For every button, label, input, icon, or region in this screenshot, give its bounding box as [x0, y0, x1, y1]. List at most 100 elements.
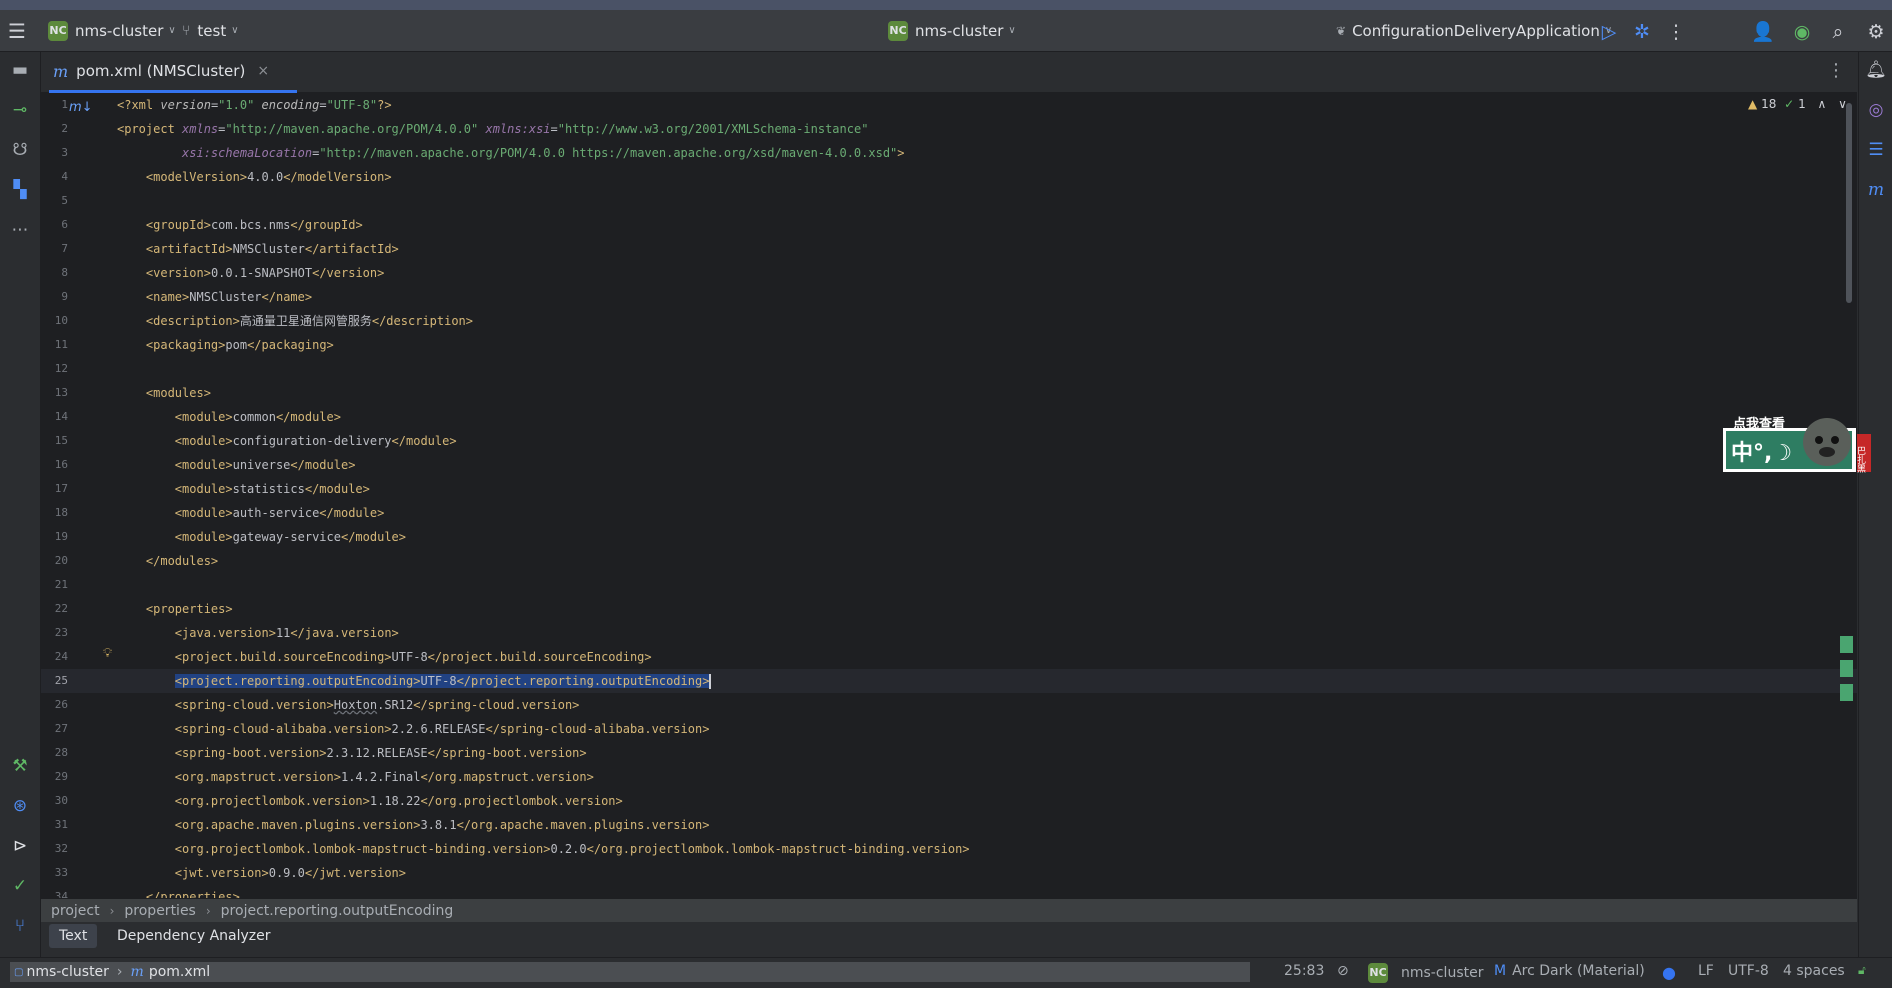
- editor-tab-pom[interactable]: m pom.xml (NMSCluster) ×: [49, 52, 297, 93]
- code-line[interactable]: 31 <org.apache.maven.plugins.version>3.8…: [41, 813, 1857, 837]
- code-line[interactable]: 11 <packaging>pom</packaging>: [41, 333, 1857, 357]
- line-separator[interactable]: LF: [1698, 963, 1714, 979]
- code-token: </module>: [340, 530, 406, 544]
- code-line[interactable]: 4 <modelVersion>4.0.0</modelVersion>: [41, 165, 1857, 189]
- code-line[interactable]: 6 <groupId>com.bcs.nms</groupId>: [41, 213, 1857, 237]
- more-tools-icon[interactable]: ⋯: [8, 218, 32, 242]
- git-branch-icon[interactable]: ⑂: [8, 914, 32, 938]
- commit-icon[interactable]: ⊸: [8, 98, 32, 122]
- code-line[interactable]: 7 <artifactId>NMSCluster</artifactId>: [41, 237, 1857, 261]
- ai-spiral-icon[interactable]: ◎: [1864, 98, 1888, 122]
- inspection-widget[interactable]: ▲ 18 ✓ 1 ∧ ∨: [1748, 97, 1847, 111]
- maven-icon[interactable]: m: [1864, 178, 1888, 202]
- code-line[interactable]: 23 <java.version>11</java.version>: [41, 621, 1857, 645]
- structure-icon[interactable]: ▚: [8, 178, 32, 202]
- file-encoding[interactable]: UTF-8: [1728, 963, 1769, 979]
- tab-options-icon[interactable]: ⋮: [1827, 60, 1845, 81]
- mascot-widget[interactable]: 点我查看 中°,☽ 巴扎黑: [1723, 408, 1873, 476]
- caret-position[interactable]: 25:83: [1284, 963, 1324, 979]
- code-line[interactable]: 22 <properties>: [41, 597, 1857, 621]
- code-line[interactable]: 16 <module>universe</module>: [41, 453, 1857, 477]
- code-line[interactable]: 21: [41, 573, 1857, 597]
- code-line[interactable]: 8 <version>0.0.1-SNAPSHOT</version>: [41, 261, 1857, 285]
- debug-icon[interactable]: ✲: [1630, 20, 1654, 44]
- main-menu-button[interactable]: ☰: [8, 10, 26, 51]
- change-marker[interactable]: [1840, 636, 1853, 653]
- code-line[interactable]: 1 <?xml version="1.0" encoding="UTF-8"?>: [41, 93, 1857, 117]
- chevron-right-icon: ›: [205, 904, 211, 918]
- lock-icon[interactable]: 🔓︎: [1858, 963, 1866, 978]
- status-project-widget[interactable]: NC nms-cluster: [1368, 963, 1483, 983]
- code-line[interactable]: 15 <module>configuration-delivery</modul…: [41, 429, 1857, 453]
- code-editor[interactable]: 1 <?xml version="1.0" encoding="UTF-8"?> 2…: [41, 93, 1857, 898]
- theme-widget[interactable]: M Arc Dark (Material): [1494, 963, 1645, 979]
- search-icon[interactable]: ⌕: [1826, 20, 1850, 44]
- line-number: 9: [61, 290, 68, 303]
- code-line[interactable]: 19 <module>gateway-service</module>: [41, 525, 1857, 549]
- code-line[interactable]: 25 <project.reporting.outputEncoding>UTF…: [41, 669, 1857, 693]
- tab-text[interactable]: Text: [49, 924, 98, 948]
- change-marker[interactable]: [1840, 684, 1853, 701]
- maven-gutter-icon[interactable]: m↓: [69, 100, 93, 115]
- vertical-scrollbar[interactable]: [1846, 103, 1852, 303]
- code-line[interactable]: 32 <org.projectlombok.lombok-mapstruct-b…: [41, 837, 1857, 861]
- code-line[interactable]: 18 <module>auth-service</module>: [41, 501, 1857, 525]
- add-user-icon[interactable]: 👤: [1751, 20, 1775, 44]
- build-hammer-icon[interactable]: ⚒: [8, 754, 32, 778]
- run-icon[interactable]: ▷: [1597, 20, 1621, 44]
- nav-file[interactable]: pom.xml: [149, 964, 210, 980]
- prev-highlight-icon[interactable]: ∧: [1818, 97, 1827, 111]
- code-line[interactable]: 20 </modules>: [41, 549, 1857, 573]
- indent-setting[interactable]: 4 spaces: [1783, 963, 1845, 979]
- code-line[interactable]: 33 <jwt.version>0.9.0</jwt.version>: [41, 861, 1857, 885]
- run-config-selector[interactable]: ❦ ConfigurationDeliveryApplication ∨: [1336, 10, 1612, 51]
- code-text: <spring-cloud-alibaba.version>2.2.6.RELE…: [117, 717, 710, 741]
- readonly-toggle-icon[interactable]: ⊘: [1337, 963, 1349, 979]
- breadcrumb-properties[interactable]: properties: [124, 903, 195, 919]
- code-line[interactable]: 29 <org.mapstruct.version>1.4.2.Final</o…: [41, 765, 1857, 789]
- problems-check-icon[interactable]: ✓: [8, 874, 32, 898]
- git-cat-icon[interactable]: ☋: [8, 138, 32, 162]
- code-line[interactable]: 30 <org.projectlombok.version>1.18.22</o…: [41, 789, 1857, 813]
- code-text: <module>universe</module>: [117, 453, 356, 477]
- project-folder-icon[interactable]: ▬: [8, 58, 32, 82]
- code-line[interactable]: 9 <name>NMSCluster</name>: [41, 285, 1857, 309]
- terminal-icon[interactable]: ⊳: [8, 834, 32, 858]
- code-line[interactable]: 5: [41, 189, 1857, 213]
- nav-project[interactable]: nms-cluster: [26, 964, 108, 980]
- code-line[interactable]: 14 <module>common</module>: [41, 405, 1857, 429]
- change-marker[interactable]: [1840, 660, 1853, 677]
- more-actions-icon[interactable]: ⋮: [1664, 20, 1688, 44]
- ai-status-icon[interactable]: ●: [1662, 963, 1676, 982]
- services-icon[interactable]: ⊛: [8, 794, 32, 818]
- project-badge: NC: [888, 20, 908, 41]
- chevron-down-icon: ∨: [1008, 25, 1016, 36]
- vcs-branch-widget[interactable]: ⑂ test ∨: [182, 10, 239, 51]
- code-line[interactable]: 26 <spring-cloud.version>Hoxton.SR12</sp…: [41, 693, 1857, 717]
- breadcrumb-project[interactable]: project: [51, 903, 100, 919]
- code-line[interactable]: 17 <module>statistics</module>: [41, 477, 1857, 501]
- code-line[interactable]: 13 <modules>: [41, 381, 1857, 405]
- code-line[interactable]: 27 <spring-cloud-alibaba.version>2.2.6.R…: [41, 717, 1857, 741]
- tab-dependency-analyzer[interactable]: Dependency Analyzer: [107, 924, 281, 948]
- ai-assistant-icon[interactable]: ◉: [1790, 20, 1814, 44]
- project-widget[interactable]: NC nms-cluster ∨: [48, 10, 176, 51]
- notifications-bell-icon[interactable]: 🔔︎: [1864, 58, 1888, 82]
- line-number: 19: [54, 530, 68, 543]
- line-number: 28: [54, 746, 68, 759]
- code-line[interactable]: 12: [41, 357, 1857, 381]
- code-line[interactable]: 3 xsi:schemaLocation="http://maven.apach…: [41, 141, 1857, 165]
- code-line[interactable]: 34 </properties>: [41, 885, 1857, 898]
- code-line[interactable]: 10 <description>高通量卫星通信网管服务</description…: [41, 309, 1857, 333]
- settings-gear-icon[interactable]: ⚙: [1864, 20, 1888, 44]
- center-project-widget[interactable]: NC nms-cluster ∨: [888, 10, 1016, 51]
- code-line[interactable]: 2 <project xmlns = "http://maven.apache.org…: [41, 117, 1857, 141]
- breadcrumb-output-encoding[interactable]: project.reporting.outputEncoding: [221, 903, 454, 919]
- close-tab-icon[interactable]: ×: [257, 63, 269, 79]
- code-token: UTF-8: [420, 674, 457, 688]
- code-text: <org.mapstruct.version>1.4.2.Final</org.…: [117, 765, 594, 789]
- lightbulb-icon[interactable]: 💡︎: [103, 646, 112, 661]
- code-line[interactable]: 24 <project.build.sourceEncoding>UTF-8</…: [41, 645, 1857, 669]
- database-icon[interactable]: ☰: [1864, 138, 1888, 162]
- code-line[interactable]: 28 <spring-boot.version>2.3.12.RELEASE</…: [41, 741, 1857, 765]
